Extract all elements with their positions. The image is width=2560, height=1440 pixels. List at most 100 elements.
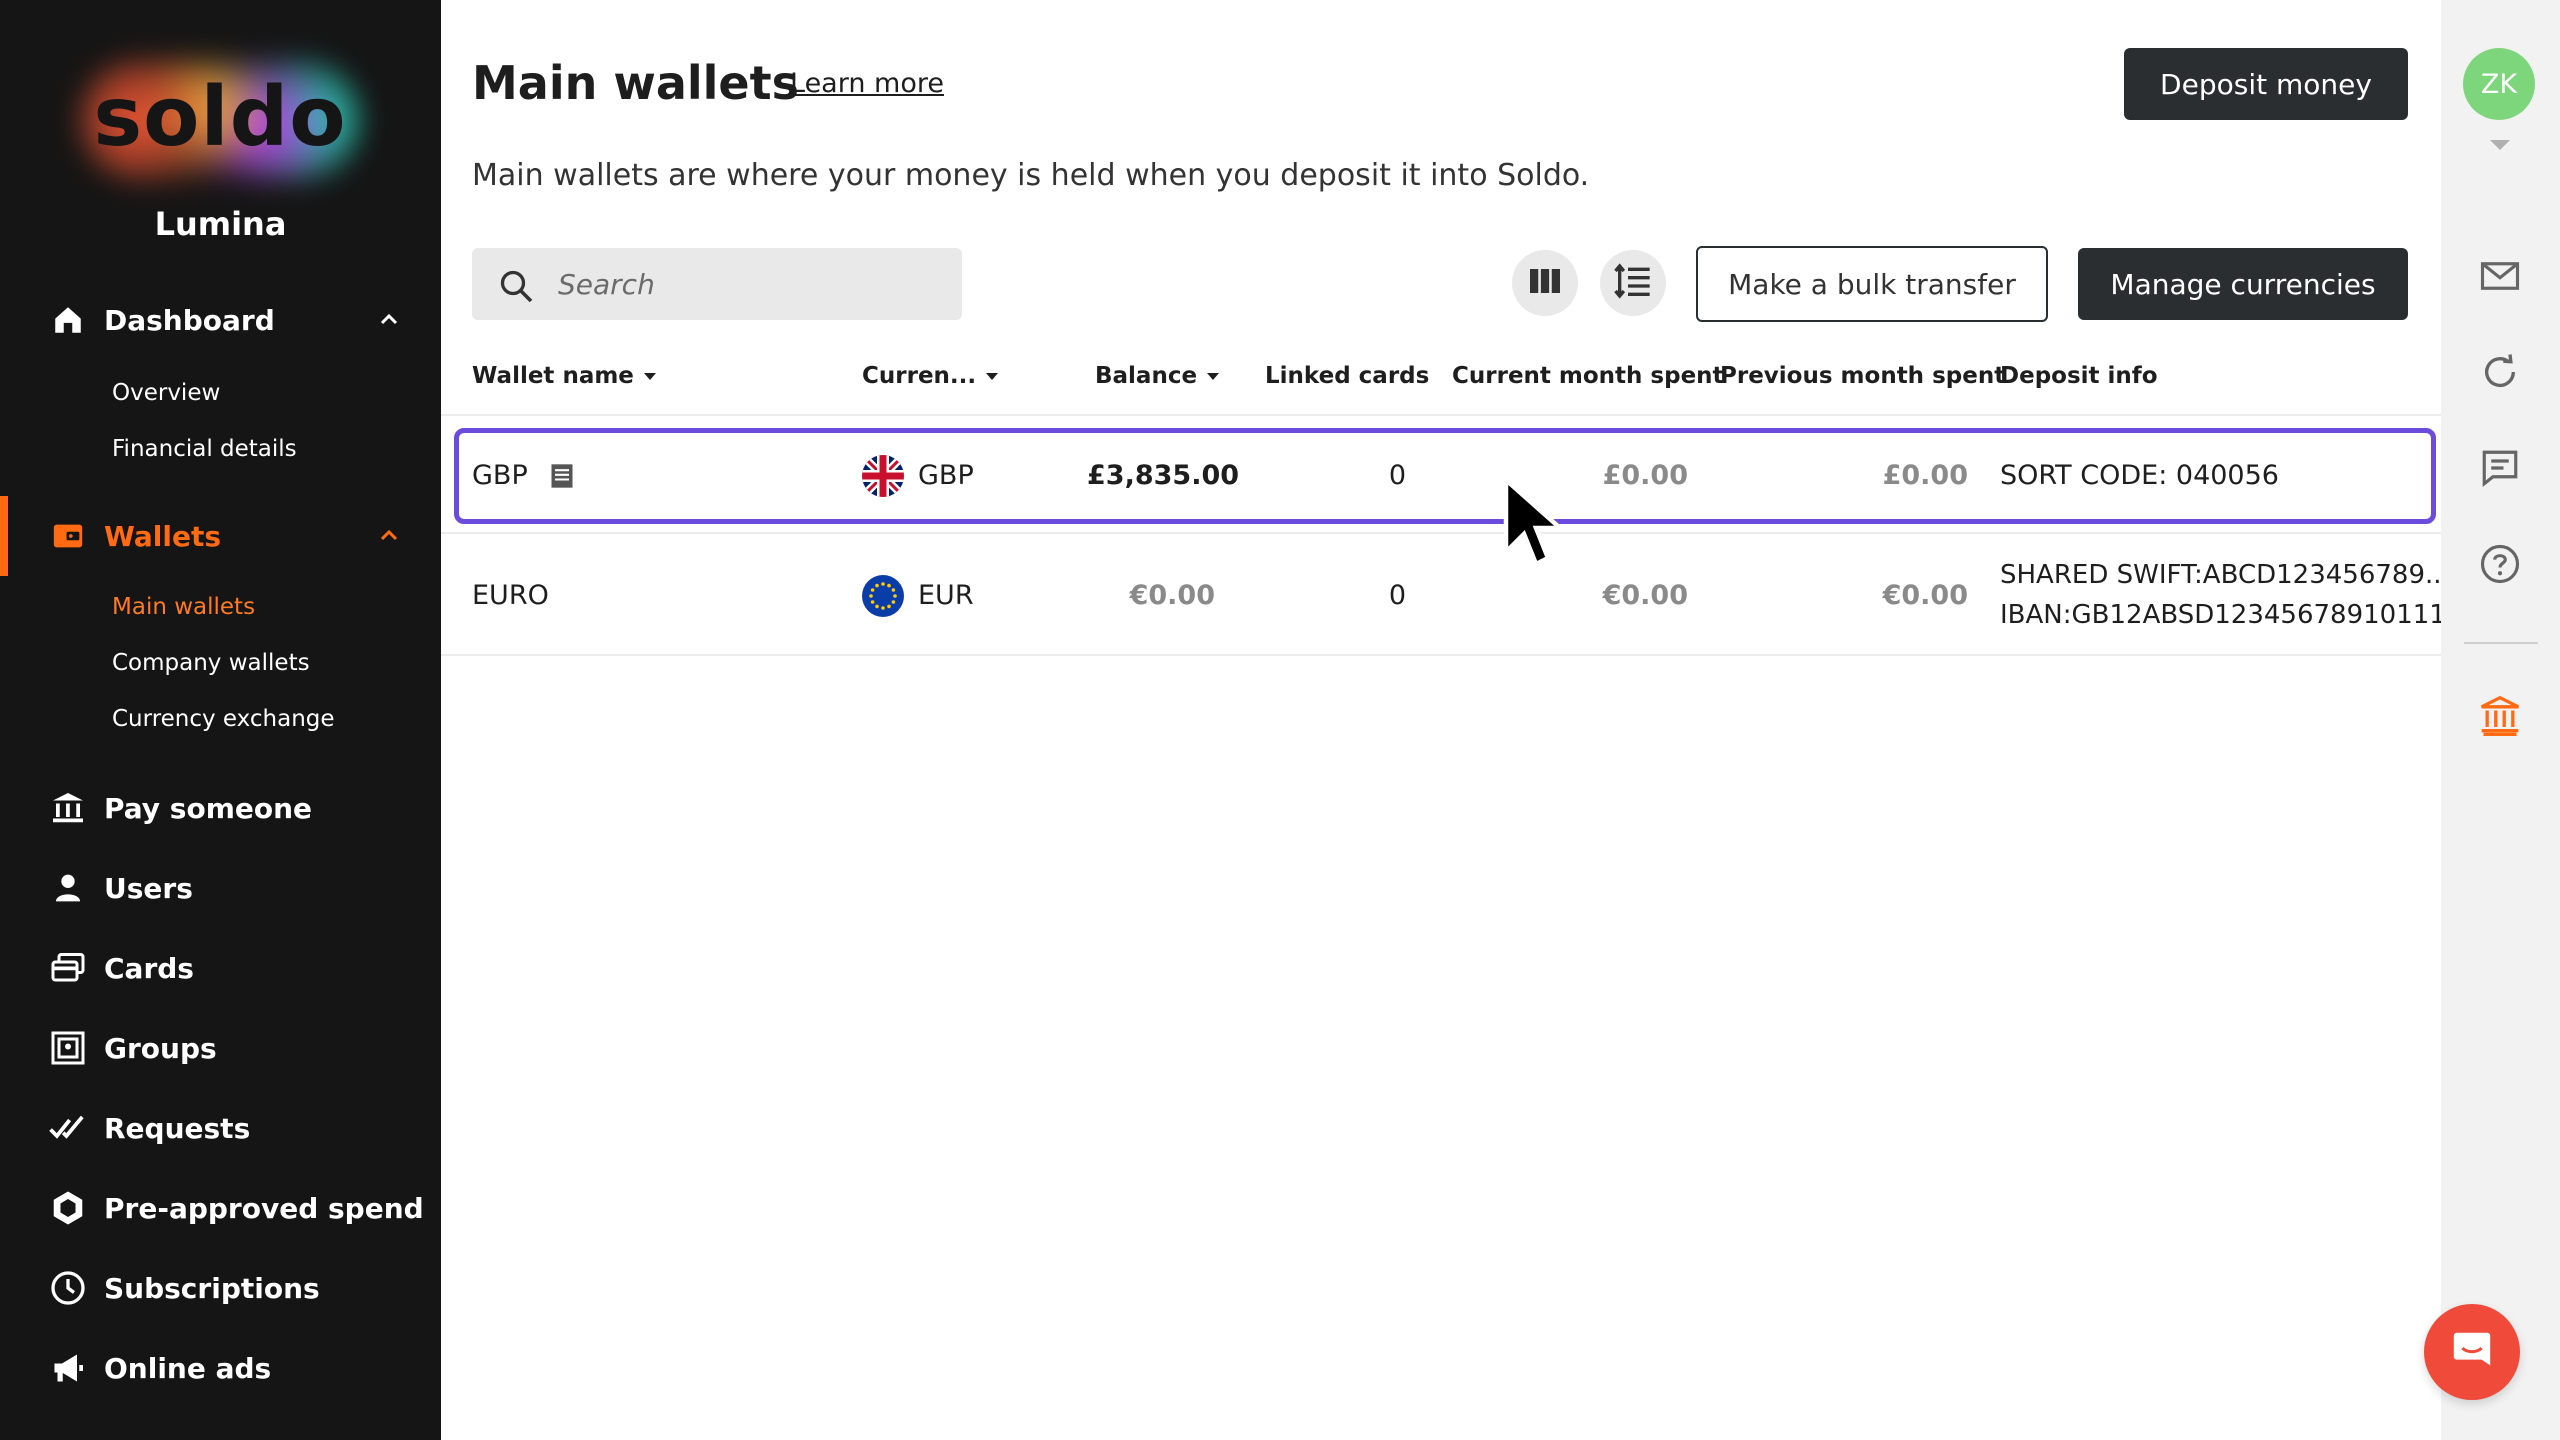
help-icon[interactable] [2478,542,2522,586]
user-icon [48,868,88,908]
column-header-deposit-info: Deposit info [2000,363,2158,389]
home-icon [48,300,88,340]
column-header-label: Curren... [862,363,977,389]
column-header-label: Linked cards [1265,363,1430,389]
linked-cards-cell: 0 [1388,580,1406,611]
sidebar-item-subscriptions[interactable]: Subscriptions [0,1258,441,1318]
organization-name: Lumina [154,205,287,243]
sort-caret-icon [1207,372,1220,380]
column-header-label: Current month spent [1452,363,1724,389]
divider [2464,642,2538,644]
chat-bubble-icon [2449,1327,2495,1377]
sidebar-item-label: Requests [104,1111,251,1145]
column-header-label: Deposit info [2000,363,2158,389]
sidebar-subitem-overview[interactable]: Overview [112,380,220,406]
hexagon-icon [48,1188,88,1228]
column-header-linked-cards: Linked cards [1265,363,1429,389]
sidebar-item-label: Groups [104,1031,217,1065]
page-description: Main wallets are where your money is hel… [472,158,1590,193]
column-header-current-month-spent: Current month spent [1452,363,1724,389]
sidebar-item-label: Online ads [104,1351,272,1385]
avatar[interactable]: ZK [2463,48,2535,120]
wallet-name-cell: GBP [472,460,528,491]
linked-cards-cell: 0 [1388,460,1406,491]
uk-flag-icon [862,455,904,497]
sidebar-item-cards[interactable]: Cards [0,938,441,998]
divider [441,532,2441,534]
sidebar: soldo Lumina Dashboard Overview Financia… [0,0,441,1440]
sort-caret-icon [986,372,999,380]
divider [441,414,2441,416]
manage-currencies-button[interactable]: Manage currencies [2078,248,2408,320]
current-month-spent-cell: €0.00 [1602,580,1688,611]
divider [441,654,2441,656]
megaphone-icon [48,1348,88,1388]
sidebar-item-label: Pre-approved spend [104,1191,424,1225]
sidebar-item-label: Users [104,871,193,905]
groups-icon [48,1028,88,1068]
chevron-up-icon[interactable] [377,308,401,332]
mail-icon[interactable] [2478,254,2522,298]
line-spacing-icon [1613,261,1653,305]
column-header-balance[interactable]: Balance [1095,363,1220,389]
balance-cell: £3,835.00 [1087,460,1240,491]
wallet-name-cell: EURO [472,580,549,611]
mouse-cursor-icon [1503,474,1566,568]
clock-icon [48,1268,88,1308]
column-header-previous-month-spent: Previous month spent [1720,363,2005,389]
logo-text: soldo [93,70,347,165]
sidebar-subitem-main-wallets[interactable]: Main wallets [112,594,255,620]
currency-cell: EUR [918,580,974,611]
chat-launcher-button[interactable] [2424,1304,2520,1400]
page-title: Main wallets [472,56,799,110]
double-check-icon [48,1108,88,1148]
sidebar-subitem-financial-details[interactable]: Financial details [112,436,297,462]
column-header-currency[interactable]: Curren... [862,363,999,389]
columns-toggle-button[interactable] [1512,250,1578,316]
sidebar-item-pre-approved-spend[interactable]: Pre-approved spend [0,1178,441,1238]
deposit-money-button[interactable]: Deposit money [2124,48,2408,120]
search-box[interactable] [472,248,962,320]
main-panel [441,0,2441,1440]
sidebar-item-groups[interactable]: Groups [0,1018,441,1078]
deposit-info-cell: SORT CODE: 040056 [2000,460,2279,491]
sidebar-item-label: Wallets [104,519,222,553]
soldo-logo[interactable]: soldo [60,40,380,200]
chat-icon[interactable] [2478,446,2522,490]
cards-icon [48,948,88,988]
deposit-info-swift: SHARED SWIFT:ABCD123456789... [2000,560,2450,590]
sidebar-item-wallets[interactable]: Wallets [0,496,441,576]
bulk-transfer-button[interactable]: Make a bulk transfer [1696,246,2048,322]
sidebar-subitem-currency-exchange[interactable]: Currency exchange [112,706,335,732]
refresh-icon[interactable] [2478,350,2522,394]
sidebar-item-label: Subscriptions [104,1271,320,1305]
previous-month-spent-cell: £0.00 [1882,460,1968,491]
previous-month-spent-cell: €0.00 [1882,580,1968,611]
search-input[interactable] [558,262,938,306]
sidebar-subitem-company-wallets[interactable]: Company wallets [112,650,310,676]
search-icon [498,268,534,304]
chevron-up-icon[interactable] [377,524,401,548]
sidebar-item-requests[interactable]: Requests [0,1098,441,1158]
deposit-info-iban: IBAN:GB12ABSD123456789101112 [2000,600,2463,630]
sidebar-item-label: Pay someone [104,791,313,825]
learn-more-link[interactable]: Learn more [790,68,944,99]
chevron-down-icon[interactable] [2490,140,2510,150]
columns-icon [1527,263,1563,303]
sidebar-item-online-ads[interactable]: Online ads [0,1338,441,1398]
eu-flag-icon [862,575,904,617]
column-header-wallet-name[interactable]: Wallet name [472,363,656,389]
currency-cell: GBP [918,460,974,491]
sidebar-item-label: Dashboard [104,303,275,337]
column-header-label: Wallet name [472,363,634,389]
row-density-button[interactable] [1600,250,1666,316]
details-icon[interactable] [548,461,576,495]
sidebar-item-users[interactable]: Users [0,858,441,918]
sidebar-item-label: Cards [104,951,194,985]
sidebar-item-dashboard[interactable]: Dashboard [0,290,441,350]
column-header-label: Balance [1095,363,1198,389]
bank-transfer-icon [48,788,88,828]
current-month-spent-cell: £0.00 [1602,460,1688,491]
bank-icon[interactable] [2478,694,2522,738]
sidebar-item-pay-someone[interactable]: Pay someone [0,778,441,838]
